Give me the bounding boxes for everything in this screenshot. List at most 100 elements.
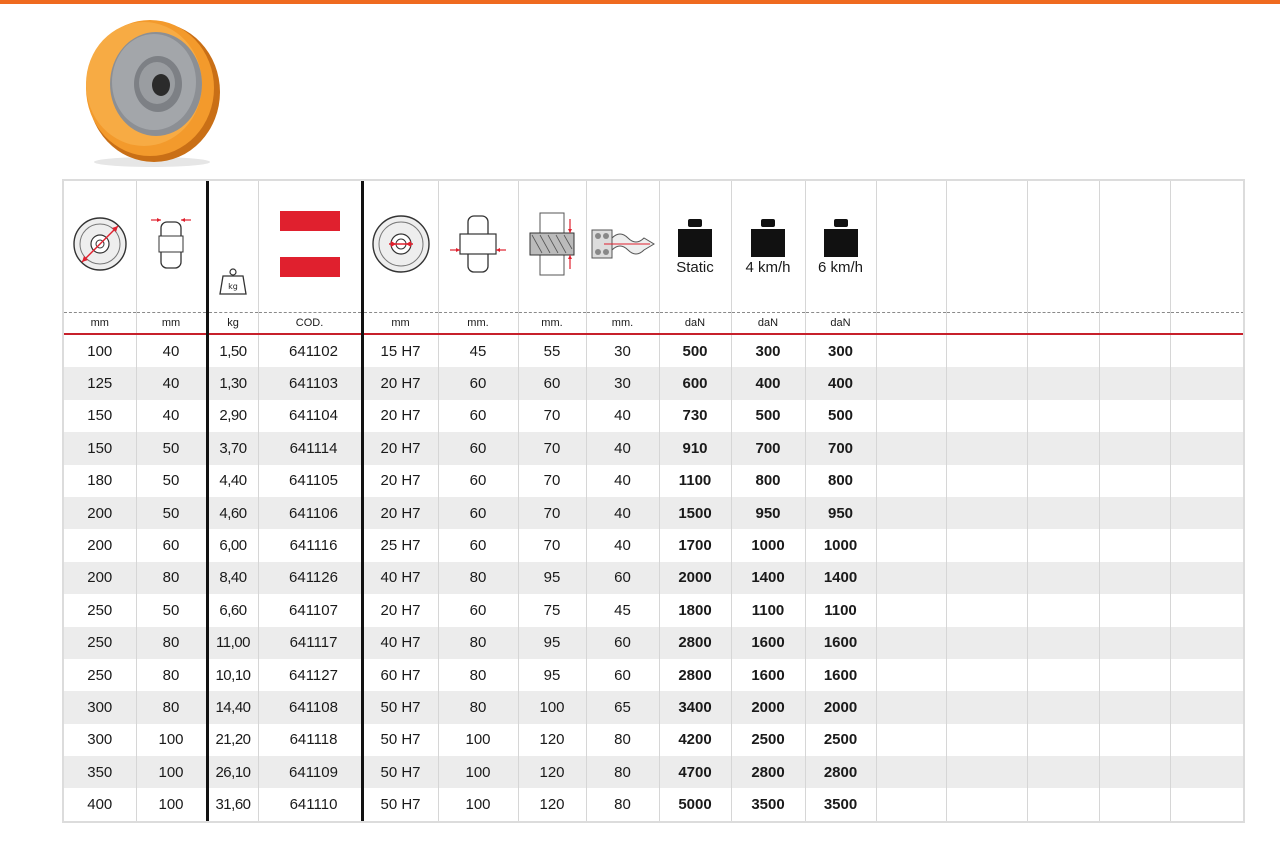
- cell-load-6kmh: 300: [805, 334, 877, 368]
- cell-weight: 14,40: [205, 691, 259, 724]
- cell-wheel-diameter: 180: [64, 464, 137, 497]
- table-row: 100 40 1,50 641102 15 H7 45 55 30 500 300 300: [64, 334, 1243, 368]
- cell-bore: 25 H7: [360, 529, 439, 562]
- bore-diameter-icon: [371, 215, 430, 273]
- empty-cell: [876, 691, 947, 724]
- cell-load-4kmh: 2000: [731, 691, 806, 724]
- empty-cell: [1170, 626, 1243, 659]
- cell-bearing: 40: [586, 529, 660, 562]
- table-row: 250 80 10,10 641127 60 H7 80 95 60 2800 1600 1600: [64, 658, 1243, 692]
- top-accent-bar: [0, 0, 1280, 4]
- empty-cell: [946, 561, 1028, 595]
- cell-load-4kmh: 1600: [731, 626, 806, 659]
- load-6kmh-weight-icon: [823, 219, 858, 257]
- cell-hub-section: 70: [518, 432, 587, 465]
- cell-weight: 26,10: [205, 756, 259, 789]
- cell-bore: 50 H7: [360, 756, 439, 789]
- empty-cell: [876, 594, 947, 627]
- empty-cell: [1027, 723, 1100, 757]
- cell-code: 641104: [258, 399, 363, 433]
- unit-label: daN: [659, 312, 732, 335]
- cell-hub-length: 60: [438, 367, 519, 400]
- cell-load-4kmh: 400: [731, 367, 806, 400]
- empty-cell: [1170, 561, 1243, 595]
- wheel-width-icon: [151, 218, 191, 269]
- cell-load-6kmh: 3500: [805, 788, 877, 821]
- cell-code: 641107: [258, 594, 363, 627]
- empty-column: [1170, 181, 1243, 313]
- cell-bore: 50 H7: [360, 691, 439, 724]
- cell-bearing: 80: [586, 756, 660, 789]
- cell-wheel-diameter: 100: [64, 334, 137, 368]
- empty-cell: [1170, 432, 1243, 465]
- cell-hub-section: 100: [518, 691, 587, 724]
- empty-cell: [1099, 691, 1171, 724]
- cell-weight: 4,40: [205, 464, 259, 497]
- empty-cell: [1099, 529, 1171, 562]
- cell-bore: 20 H7: [360, 367, 439, 400]
- cell-static-load: 1700: [659, 529, 732, 562]
- empty-cell: [1027, 691, 1100, 724]
- cell-bearing: 65: [586, 691, 660, 724]
- empty-cell: [1170, 464, 1243, 497]
- empty-cell: [876, 626, 947, 659]
- empty-cell: [946, 626, 1028, 659]
- cell-bearing: 60: [586, 626, 660, 659]
- cell-wheel-width: 100: [136, 723, 208, 757]
- cell-load-4kmh: 2500: [731, 723, 806, 757]
- cell-wheel-diameter: 125: [64, 367, 137, 400]
- cell-wheel-width: 100: [136, 756, 208, 789]
- cell-weight: 8,40: [205, 561, 259, 595]
- empty-cell: [1170, 788, 1243, 821]
- wheel-spec-table: kg Static 4 km/h 6 km/h mm mm kg COD. mm…: [62, 179, 1245, 823]
- cell-code: 641109: [258, 756, 363, 789]
- icon-header-row: kg Static 4 km/h 6 km/h: [64, 181, 1243, 313]
- cell-static-load: 500: [659, 334, 732, 368]
- cell-wheel-diameter: 200: [64, 561, 137, 595]
- unit-label: mm.: [586, 312, 660, 335]
- cell-load-6kmh: 2000: [805, 691, 877, 724]
- static-load-label: Static: [676, 259, 714, 276]
- header-load-6kmh: 6 km/h: [805, 181, 877, 313]
- cell-code: 641102: [258, 334, 363, 368]
- cell-wheel-diameter: 300: [64, 691, 137, 724]
- cell-weight: 21,20: [205, 723, 259, 757]
- empty-cell: [1027, 432, 1100, 465]
- cell-static-load: 4700: [659, 756, 732, 789]
- cell-load-6kmh: 500: [805, 399, 877, 433]
- header-hub-section: [518, 181, 587, 313]
- cell-wheel-diameter: 150: [64, 399, 137, 433]
- cell-wheel-diameter: 250: [64, 594, 137, 627]
- empty-cell: [1099, 464, 1171, 497]
- cell-wheel-diameter: 400: [64, 788, 137, 821]
- table-row: 300 80 14,40 641108 50 H7 80 100 65 3400 2000 2000: [64, 691, 1243, 724]
- cell-wheel-diameter: 250: [64, 658, 137, 692]
- cell-bore: 20 H7: [360, 594, 439, 627]
- cell-bearing: 30: [586, 367, 660, 400]
- unit-label: daN: [805, 312, 877, 335]
- cell-hub-length: 45: [438, 334, 519, 368]
- cell-wheel-width: 40: [136, 399, 208, 433]
- empty-cell: [1170, 756, 1243, 789]
- cell-hub-length: 60: [438, 529, 519, 562]
- cell-weight: 10,10: [205, 658, 259, 692]
- empty-cell: [946, 367, 1028, 400]
- cell-bearing: 80: [586, 723, 660, 757]
- table-row: 150 40 2,90 641104 20 H7 60 70 40 730 500 500: [64, 399, 1243, 433]
- empty-cell: [876, 399, 947, 433]
- empty-cell: [1099, 399, 1171, 433]
- cell-static-load: 2800: [659, 626, 732, 659]
- empty-column: [876, 312, 947, 335]
- unit-label: mm: [360, 312, 439, 335]
- cell-code: 641103: [258, 367, 363, 400]
- cell-weight: 3,70: [205, 432, 259, 465]
- empty-cell: [1170, 496, 1243, 530]
- table-row: 350 100 26,10 641109 50 H7 100 120 80 4700 2800 28…: [64, 756, 1243, 789]
- cell-hub-length: 100: [438, 756, 519, 789]
- empty-cell: [946, 723, 1028, 757]
- empty-column: [1099, 181, 1171, 313]
- cell-bore: 15 H7: [360, 334, 439, 368]
- cell-static-load: 730: [659, 399, 732, 433]
- static-load-weight-icon: [678, 219, 712, 257]
- cell-load-4kmh: 1600: [731, 658, 806, 692]
